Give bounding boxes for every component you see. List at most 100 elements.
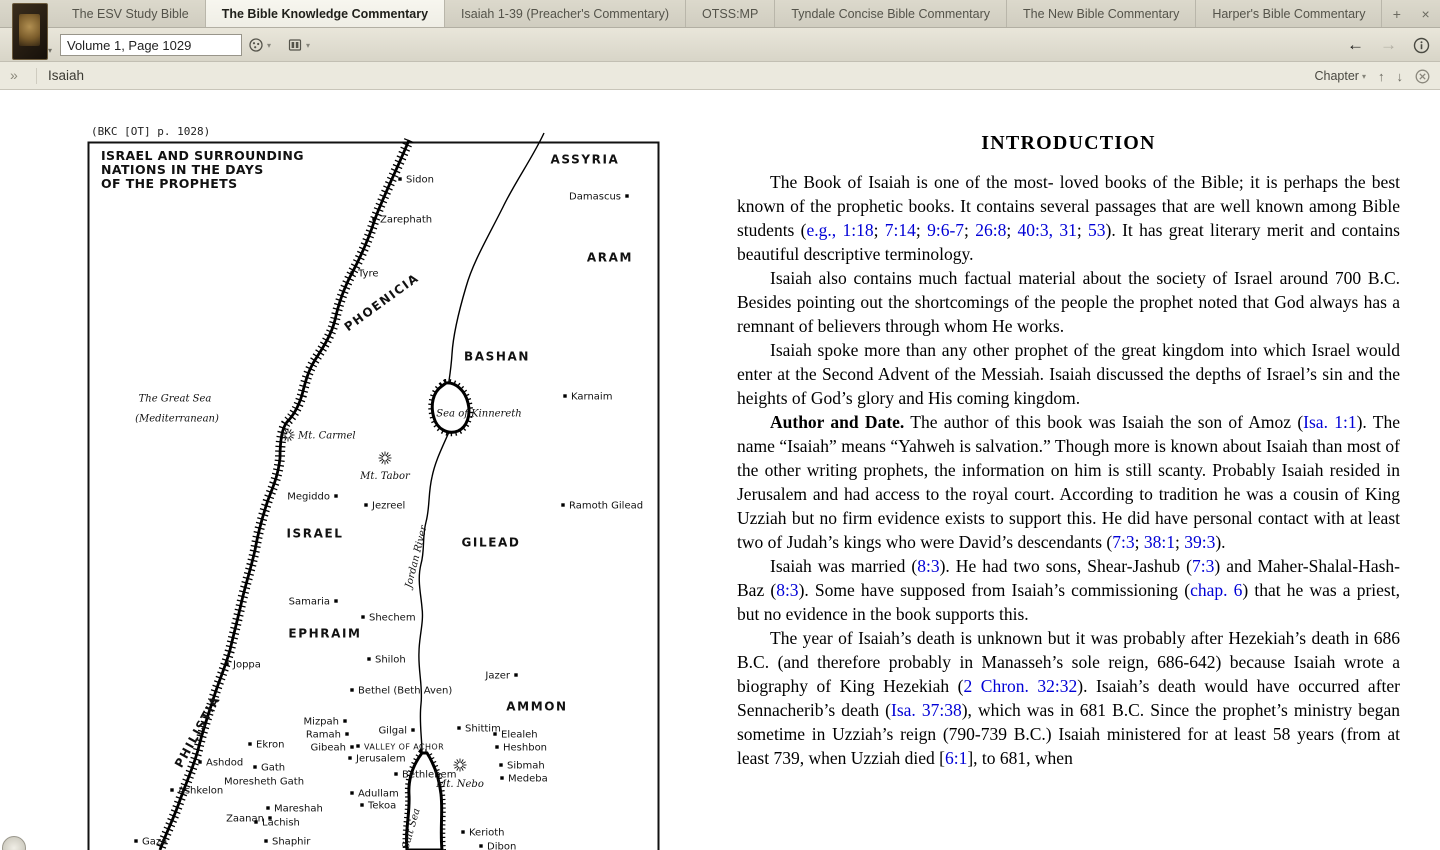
map-place-jerusalem: Jerusalem (348, 754, 406, 765)
text-run: ). He had two sons, Shear-Jashub ( (939, 556, 1193, 576)
previous-article-button[interactable]: ↑ (1378, 69, 1385, 84)
map-mountain-mt-tabor: Mt. Tabor (359, 451, 411, 482)
scripture-link[interactable]: 7:14 (885, 220, 916, 240)
map-place-samaria: Samaria (289, 597, 338, 608)
svg-text:Moresheth Gath: Moresheth Gath (224, 777, 304, 788)
map-place-adullam: Adullam (350, 789, 399, 800)
svg-text:Ramah: Ramah (306, 730, 341, 741)
scripture-link[interactable]: 7:3 (1112, 532, 1134, 552)
map-place-ashdod: Ashdod (198, 758, 243, 769)
paragraph: Isaiah spoke more than any other prophet… (737, 338, 1400, 410)
map-place-shiloh: Shiloh (367, 655, 406, 666)
svg-text:Heshbon: Heshbon (503, 743, 547, 754)
svg-text:Shechem: Shechem (369, 613, 416, 624)
map-place-mizpah: Mizpah (304, 717, 347, 728)
chapter-dropdown[interactable]: Chapter ▾ (1315, 69, 1367, 83)
map-mountain-mt-carmel: Mt. Carmel (281, 428, 356, 442)
current-reference: Isaiah (48, 68, 85, 83)
columns-caret-icon: ▾ (306, 40, 311, 50)
svg-text:ISRAEL: ISRAEL (286, 527, 343, 541)
svg-text:ASSYRIA: ASSYRIA (551, 153, 620, 167)
scripture-link[interactable]: 53 (1088, 220, 1106, 240)
next-article-button[interactable]: ↓ (1397, 69, 1404, 84)
map-place-karnaim: Karnaim (563, 392, 612, 403)
scripture-link[interactable]: 26:8 (975, 220, 1006, 240)
tab-the-bible-knowledge-commentary[interactable]: The Bible Knowledge Commentary (204, 0, 446, 27)
scripture-link[interactable]: 38:1 (1144, 532, 1175, 552)
scripture-link[interactable]: 2 Chron. 32:32 (964, 676, 1078, 696)
toolbar: ▾ ▾ ← → (0, 28, 1440, 62)
svg-text:Sidon: Sidon (406, 175, 434, 186)
map-region-gilead: GILEAD (461, 536, 520, 550)
chapter-dropdown-label: Chapter (1314, 69, 1359, 83)
svg-text:Jordan River: Jordan River (403, 523, 430, 591)
svg-text:Dibon: Dibon (487, 842, 516, 850)
map-place-tekoa: Tekoa (360, 801, 396, 812)
map-place-zarephath: Zarephath (372, 215, 432, 226)
paragraph: Isaiah also contains much factual materi… (737, 266, 1400, 338)
svg-text:Gaza: Gaza (142, 837, 167, 848)
article-body: The Book of Isaiah is one of the most- l… (737, 170, 1400, 770)
map-title-line-2: NATIONS IN THE DAYS (101, 162, 264, 177)
scripture-link[interactable]: 39:3 (1184, 532, 1215, 552)
scripture-link[interactable]: chap. 6 (1190, 580, 1242, 600)
tab-the-new-bible-commentary[interactable]: The New Bible Commentary (1007, 0, 1197, 27)
scripture-link[interactable]: 9:6-7 (927, 220, 964, 240)
scripture-link[interactable]: Isa. 37:38 (891, 700, 962, 720)
page-locator-input[interactable] (60, 34, 242, 56)
tab-isaiah-1-39-preacher-s-commentary[interactable]: Isaiah 1-39 (Preacher's Commentary) (445, 0, 687, 27)
svg-text:Damascus: Damascus (569, 192, 621, 203)
history-back-button[interactable]: ← (1347, 35, 1364, 55)
scripture-link[interactable]: Isa. 1:1 (1303, 412, 1356, 432)
text-run: ; (1174, 532, 1185, 552)
tab-tyndale-concise-bible-commentary[interactable]: Tyndale Concise Bible Commentary (775, 0, 1008, 27)
scripture-link[interactable]: 7:3 (1192, 556, 1214, 576)
article-heading: INTRODUCTION (981, 132, 1156, 154)
scripture-link[interactable]: 6:1 (945, 748, 967, 768)
map-region-ephraim: EPHRAIM (288, 627, 361, 641)
info-icon[interactable] (1413, 37, 1430, 54)
map-water-mediterranean: (Mediterranean) (135, 414, 219, 425)
history-forward-button[interactable]: → (1380, 35, 1397, 55)
scripture-link[interactable]: e.g., 1:18 (807, 220, 874, 240)
dismiss-locator-icon[interactable] (1415, 69, 1430, 84)
svg-text:GILEAD: GILEAD (461, 536, 520, 550)
columns-view-button[interactable]: ▾ (287, 37, 310, 53)
svg-text:Bethel (Beth Aven): Bethel (Beth Aven) (358, 686, 452, 697)
svg-text:Megiddo: Megiddo (287, 492, 330, 503)
library-book-cover[interactable] (12, 3, 48, 60)
tab-the-esv-study-bible[interactable]: The ESV Study Bible (56, 0, 206, 27)
visual-filter-button[interactable]: ▾ (248, 37, 271, 53)
svg-text:Karnaim: Karnaim (571, 392, 612, 403)
scripture-link[interactable]: 8:3 (776, 580, 798, 600)
svg-text:Lachish: Lachish (262, 818, 300, 829)
tab-otss-mp[interactable]: OTSS:MP (686, 0, 776, 27)
map-place-megiddo: Megiddo (287, 492, 338, 503)
map-place-jazer: Jazer (484, 671, 518, 682)
collapse-chevrons-icon[interactable]: » (10, 67, 18, 83)
map-place-damascus: Damascus (569, 192, 629, 203)
map-place-ramah: Ramah (306, 730, 349, 741)
svg-text:VALLEY OF ACHOR: VALLEY OF ACHOR (364, 743, 444, 752)
map-place-medeba: Medeba (500, 774, 548, 785)
close-panel-icon[interactable]: × (1411, 0, 1440, 27)
book-menu-caret-icon[interactable]: ▾ (48, 46, 52, 55)
paragraph: The year of Isaiah’s death is unknown bu… (737, 626, 1400, 770)
scripture-link[interactable]: 40:3, 31 (1018, 220, 1077, 240)
svg-text:Jezreel: Jezreel (371, 501, 405, 512)
svg-text:Samaria: Samaria (289, 597, 330, 608)
svg-text:EPHRAIM: EPHRAIM (288, 627, 361, 641)
tab-harper-s-bible-commentary[interactable]: Harper's Bible Commentary (1196, 0, 1383, 27)
locator-bar: » Isaiah Chapter ▾ ↑ ↓ (0, 62, 1440, 90)
svg-text:Ramoth Gilead: Ramoth Gilead (569, 501, 643, 512)
map-place-dibon: Dibon (479, 842, 516, 850)
corner-widget[interactable] (2, 836, 26, 850)
map-place-sibmah: Sibmah (499, 761, 545, 772)
add-tab-button[interactable]: + (1382, 0, 1411, 27)
text-run: Isaiah also contains much factual materi… (737, 268, 1400, 336)
text-run: ). Some have supposed from Isaiah’s comm… (798, 580, 1191, 600)
map-place-ekron: Ekron (248, 740, 284, 751)
map-place-gaza: Gaza (134, 837, 167, 848)
map-place-ashkelon: Ashkelon (170, 786, 223, 797)
scripture-link[interactable]: 8:3 (917, 556, 939, 576)
